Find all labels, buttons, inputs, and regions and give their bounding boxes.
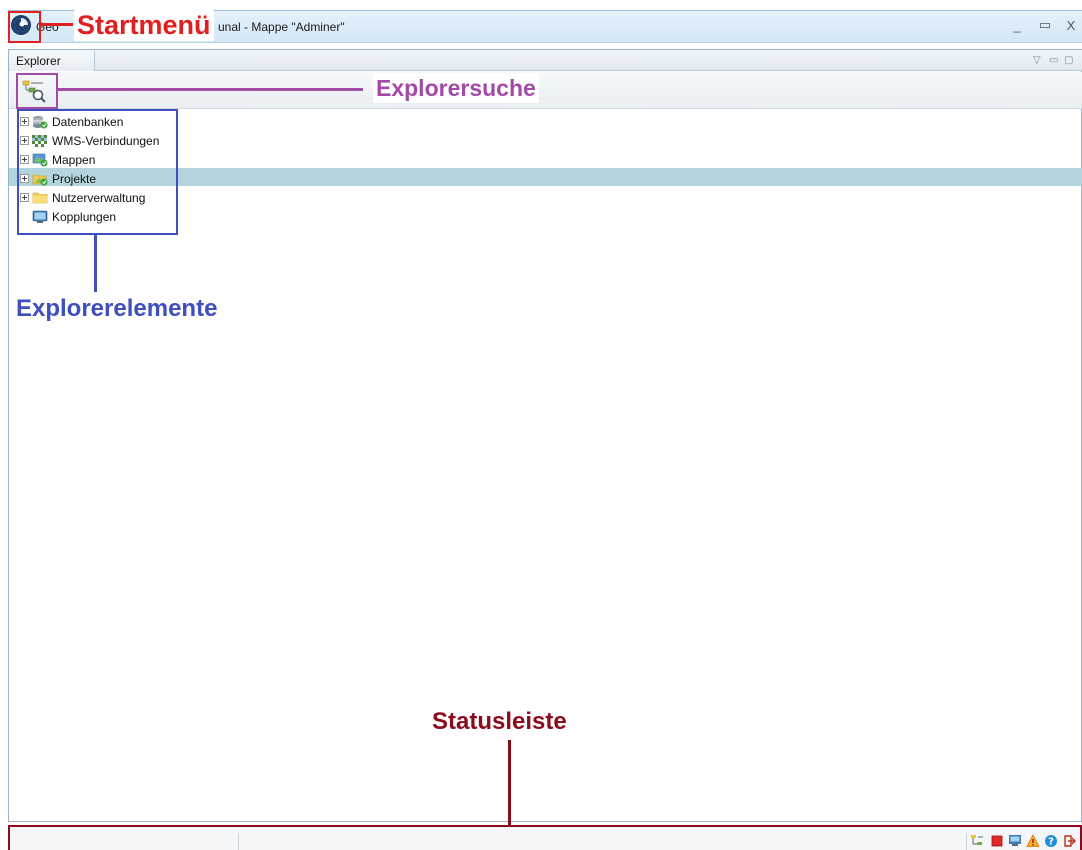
minimize-button[interactable]: _ [1010,18,1024,33]
tree-item-mappen[interactable]: Mappen [20,150,1082,169]
status-separator [966,833,967,850]
expand-icon[interactable] [20,136,29,145]
maps-icon [32,153,48,166]
svg-text:?: ? [1048,837,1054,848]
explorer-tabbar [9,50,1082,71]
view-maximize-icon[interactable]: ▢ [1064,55,1073,66]
help-icon[interactable]: ? [1044,834,1058,848]
wms-icon [32,134,48,147]
stop-icon[interactable] [990,834,1004,848]
window-title: unal - Mappe "Adminer" [218,20,345,34]
close-button[interactable]: X [1064,18,1078,33]
monitor-icon [32,210,48,223]
expand-icon[interactable] [20,155,29,164]
explorer-toolbar [9,72,1082,109]
tree-icon[interactable] [970,834,984,848]
status-separator [238,833,239,850]
tree-item-kopplungen[interactable]: Kopplungen [20,207,1082,226]
tab-explorer[interactable]: Explorer [10,51,95,71]
expand-icon[interactable] [20,193,29,202]
tree-item-label: Kopplungen [52,209,117,224]
tree-item-label: Mappen [52,152,96,167]
tree-item-datenbanken[interactable]: Datenbanken [20,112,1082,131]
statusbar-annotation-label: Statusleiste [432,708,567,735]
status-bar [10,827,1082,850]
startmenu-annotation-label: Startmenü [74,9,214,41]
tree-item-label: Nutzerverwaltung [52,190,146,205]
window-title-prefix: Geo [36,20,59,34]
exit-icon[interactable] [1062,834,1076,848]
expand-icon[interactable] [20,117,29,126]
explorer-search-icon[interactable] [21,78,47,104]
tree-item-label: Datenbanken [52,114,124,129]
explorerelements-annotation-label: Explorerelemente [16,295,218,322]
tree-item-projekte[interactable]: Projekte [20,169,1082,188]
tree-item-wms-verbindungen[interactable]: WMS-Verbindungen [20,131,1082,150]
project-icon [32,174,48,185]
tree-item-nutzerverwaltung[interactable]: Nutzerverwaltung [20,188,1082,207]
view-menu-icon[interactable]: ▽ [1033,55,1041,66]
folder-icon [32,192,48,203]
expand-icon[interactable] [20,174,29,183]
view-minimize-icon[interactable]: ▭ [1049,55,1058,66]
tree-item-label: Projekte [52,171,97,186]
database-icon [33,115,48,128]
monitor-icon[interactable] [1008,834,1022,848]
no-expand-spacer [20,212,29,221]
tree-item-label: WMS-Verbindungen [52,133,160,148]
maximize-button[interactable]: ▭ [1038,17,1052,33]
explorersearch-annotation-label: Explorersuche [373,73,539,103]
app-logo-icon[interactable] [10,14,32,36]
warning-icon[interactable] [1026,834,1040,848]
